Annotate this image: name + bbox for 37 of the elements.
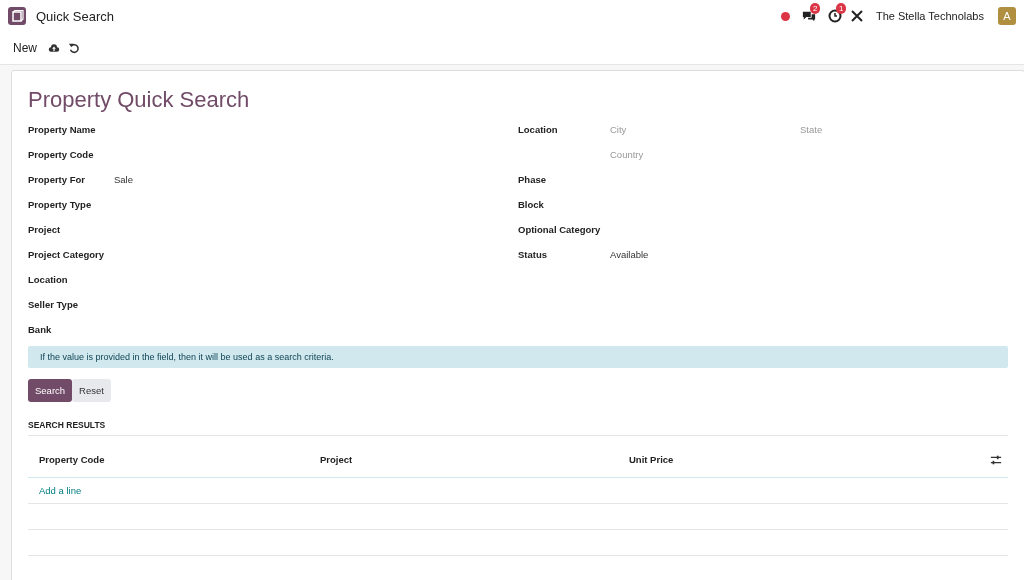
field-label: Project Category	[28, 249, 106, 260]
field-label: Property For	[28, 174, 86, 185]
field-label: Phase	[518, 174, 547, 185]
info-alert: If the value is provided in the field, then it will be used as a search criteria.	[28, 346, 1008, 368]
message-count-badge: 2	[809, 3, 821, 14]
field-label: Seller Type	[28, 299, 79, 310]
field-label: Bank	[28, 324, 53, 335]
column-header[interactable]: Property Code	[39, 454, 320, 465]
column-header[interactable]: Unit Price	[629, 454, 990, 465]
field-label: Property Type	[28, 199, 93, 210]
field-label: Status	[518, 249, 549, 260]
field-label: Property Name	[28, 124, 97, 135]
add-line-link[interactable]: Add a line	[39, 485, 82, 496]
chat-icon[interactable]	[801, 9, 816, 23]
reset-button[interactable]: Reset	[72, 379, 111, 402]
column-header[interactable]: Project	[320, 454, 629, 465]
app-title[interactable]: Quick Search	[36, 8, 115, 24]
record-icon[interactable]	[780, 11, 790, 21]
activity-count-badge: 1	[835, 3, 847, 14]
clock-icon[interactable]	[827, 9, 842, 23]
cloud-upload-icon[interactable]	[48, 42, 60, 54]
field-label: Property Code	[28, 149, 95, 160]
new-button[interactable]: New	[13, 41, 37, 55]
form-title: Property Quick Search	[28, 87, 251, 113]
undo-icon[interactable]	[68, 42, 80, 54]
app-logo-icon[interactable]	[8, 7, 26, 25]
section-heading: SEARCH RESULTS	[28, 420, 1008, 436]
company-name[interactable]: The Stella Technolabs	[875, 10, 984, 22]
field-value[interactable]: Sale	[114, 174, 133, 185]
field-label: Location	[518, 124, 559, 135]
field-label: Location	[28, 274, 69, 285]
field-label: Block	[518, 199, 545, 210]
field-label: Optional Category	[518, 224, 602, 235]
field-value[interactable]: Available	[610, 249, 649, 260]
column-settings-icon[interactable]	[990, 453, 1002, 466]
search-button[interactable]: Search	[28, 379, 73, 402]
field-label: Project	[28, 224, 62, 235]
